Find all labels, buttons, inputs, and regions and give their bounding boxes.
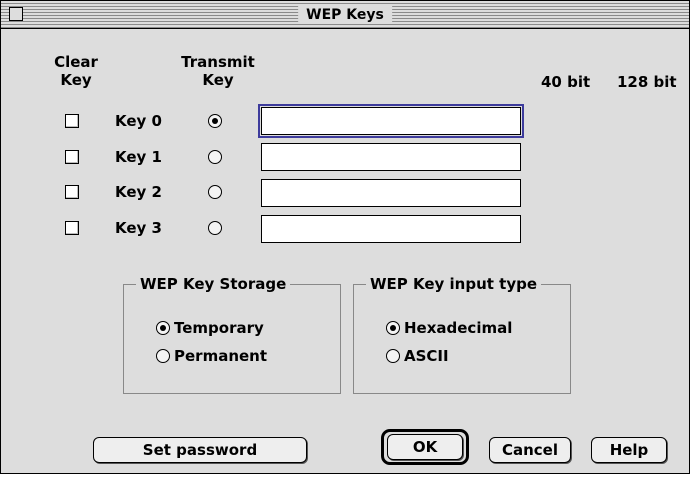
temporary-radio[interactable] bbox=[156, 321, 170, 335]
key-input-1[interactable] bbox=[261, 143, 521, 171]
128-bit-header: 128 bit bbox=[617, 73, 677, 91]
hexadecimal-label: Hexadecimal bbox=[404, 319, 513, 337]
temporary-label: Temporary bbox=[174, 319, 264, 337]
input-type-option-hex[interactable]: Hexadecimal bbox=[386, 319, 512, 337]
key-label-3: Key 3 bbox=[115, 219, 162, 237]
wep-key-input-type-group: WEP Key input type Hexadecimal ASCII bbox=[353, 275, 571, 394]
title-bar[interactable]: WEP Keys bbox=[1, 1, 689, 29]
transmit-key-radio-2[interactable] bbox=[208, 185, 222, 199]
storage-option-temporary[interactable]: Temporary bbox=[156, 319, 264, 337]
transmit-key-header: Transmit Key bbox=[181, 53, 255, 89]
input-type-option-ascii[interactable]: ASCII bbox=[386, 347, 449, 365]
ok-button[interactable]: OK bbox=[387, 434, 463, 460]
clear-key-checkbox-0[interactable] bbox=[65, 114, 79, 128]
close-box[interactable] bbox=[9, 7, 23, 21]
key-label-0: Key 0 bbox=[115, 112, 162, 130]
key-input-3[interactable] bbox=[261, 215, 521, 243]
permanent-label: Permanent bbox=[174, 347, 268, 365]
storage-option-permanent[interactable]: Permanent bbox=[156, 347, 267, 365]
key-label-2: Key 2 bbox=[115, 183, 162, 201]
wep-key-storage-legend: WEP Key Storage bbox=[136, 275, 291, 293]
wep-keys-dialog: WEP Keys Clear Key Transmit Key 40 bit 1… bbox=[0, 0, 690, 474]
key-input-0[interactable] bbox=[258, 104, 524, 138]
key-input-2[interactable] bbox=[261, 179, 521, 207]
wep-key-input-type-legend: WEP Key input type bbox=[366, 275, 542, 293]
cancel-button[interactable]: Cancel bbox=[489, 437, 571, 463]
set-password-button[interactable]: Set password bbox=[93, 437, 307, 463]
wep-key-storage-group: WEP Key Storage Temporary Permanent bbox=[123, 275, 341, 394]
transmit-key-radio-3[interactable] bbox=[208, 221, 222, 235]
window-title: WEP Keys bbox=[298, 6, 392, 24]
clear-key-checkbox-3[interactable] bbox=[65, 221, 79, 235]
hexadecimal-radio[interactable] bbox=[386, 321, 400, 335]
40-bit-header: 40 bit bbox=[541, 73, 591, 91]
transmit-key-radio-1[interactable] bbox=[208, 150, 222, 164]
transmit-key-radio-0[interactable] bbox=[208, 114, 222, 128]
help-button[interactable]: Help bbox=[591, 437, 667, 463]
ascii-label: ASCII bbox=[404, 347, 449, 365]
clear-key-header: Clear Key bbox=[54, 53, 98, 89]
ascii-radio[interactable] bbox=[386, 349, 400, 363]
key-label-1: Key 1 bbox=[115, 148, 162, 166]
clear-key-checkbox-1[interactable] bbox=[65, 150, 79, 164]
permanent-radio[interactable] bbox=[156, 349, 170, 363]
clear-key-checkbox-2[interactable] bbox=[65, 185, 79, 199]
